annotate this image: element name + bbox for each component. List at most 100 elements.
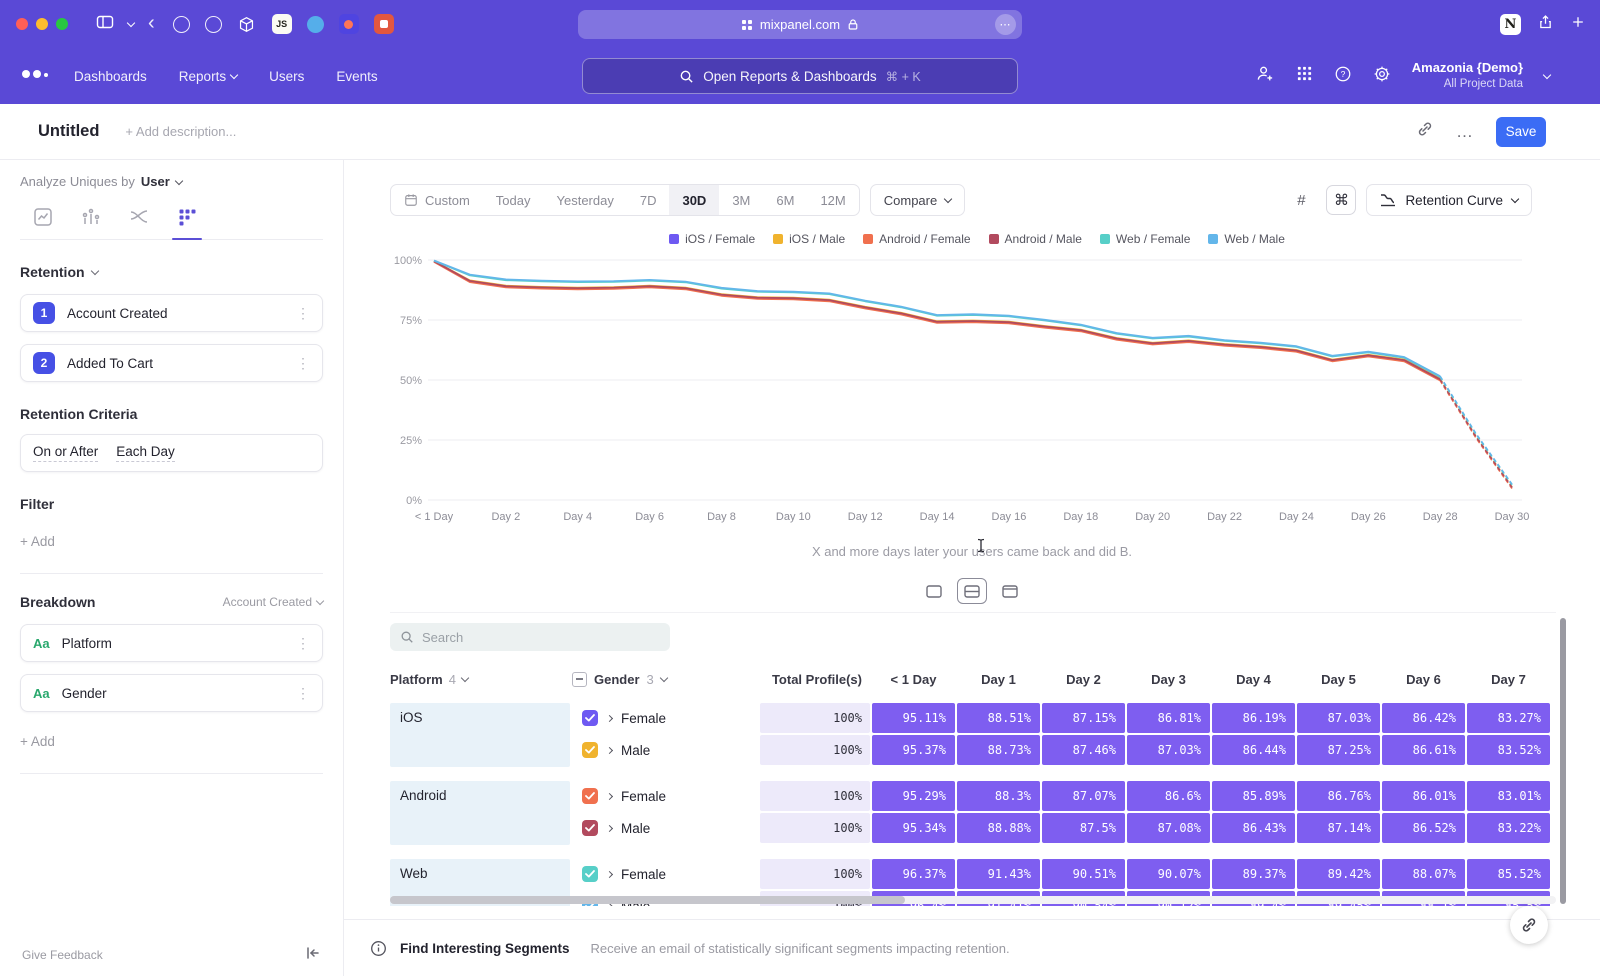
address-bar-more-icon[interactable]: ⋯ <box>995 14 1016 35</box>
checkbox-web-female[interactable] <box>582 866 598 882</box>
share-icon[interactable] <box>1537 13 1554 36</box>
add-filter-button[interactable]: + Add <box>20 534 323 549</box>
copy-link-icon[interactable] <box>1416 120 1434 143</box>
retention-cell[interactable]: 87.25% <box>1297 735 1380 765</box>
minimize-window-button[interactable] <box>36 18 48 30</box>
account-switcher[interactable]: Amazonia {Demo} All Project Data <box>1412 60 1523 92</box>
horizontal-scrollbar[interactable] <box>390 896 1556 904</box>
retention-cell[interactable]: 87.03% <box>1297 703 1380 733</box>
gender-column-header[interactable]: Gender <box>594 672 640 687</box>
pinned-tab-profile-icon[interactable] <box>205 16 222 33</box>
tab-flows[interactable] <box>128 207 150 227</box>
share-link-floating-button[interactable] <box>1510 906 1548 944</box>
retention-cell[interactable]: 87.14% <box>1297 813 1380 843</box>
legend-item[interactable]: Android / Male <box>989 232 1082 246</box>
chevron-right-icon[interactable] <box>606 824 613 831</box>
nav-item-dashboards[interactable]: Dashboards <box>74 69 147 84</box>
retention-cell[interactable]: 87.03% <box>1127 735 1210 765</box>
checkbox-ios-female[interactable] <box>582 710 598 726</box>
command-icon-button[interactable]: ⌘ <box>1326 185 1356 215</box>
range-3m[interactable]: 3M <box>719 185 763 215</box>
more-options-icon[interactable]: ⋮ <box>296 685 310 702</box>
retention-cell[interactable]: 88.51% <box>957 703 1040 733</box>
add-breakdown-button[interactable]: + Add <box>20 734 323 749</box>
pinned-tab-video-icon[interactable] <box>374 14 394 34</box>
settings-gear-icon[interactable] <box>1373 65 1391 88</box>
more-options-icon[interactable]: ⋮ <box>296 355 310 372</box>
retention-cell[interactable]: 90.07% <box>1127 859 1210 889</box>
retention-cell[interactable]: 86.43% <box>1212 813 1295 843</box>
retention-cell[interactable]: 95.37% <box>872 735 955 765</box>
hash-format-icon-button[interactable]: # <box>1286 185 1316 215</box>
legend-item[interactable]: Web / Female <box>1100 232 1190 246</box>
checkbox-ios-male[interactable] <box>582 742 598 758</box>
retention-cell[interactable]: 89.42% <box>1297 859 1380 889</box>
range-6m[interactable]: 6M <box>763 185 807 215</box>
criteria-interval-dropdown[interactable]: Each Day <box>116 444 175 462</box>
platform-column-header[interactable]: Platform <box>390 672 443 687</box>
legend-item[interactable]: Web / Male <box>1208 232 1284 246</box>
retention-cell[interactable]: 86.52% <box>1382 813 1465 843</box>
range-today[interactable]: Today <box>483 185 544 215</box>
add-description-link[interactable]: + Add description... <box>125 124 236 139</box>
tab-funnels[interactable] <box>80 207 102 227</box>
tab-insights[interactable] <box>32 207 54 227</box>
retention-cell[interactable]: 83.52% <box>1467 735 1550 765</box>
retention-cell[interactable]: 88.07% <box>1382 859 1465 889</box>
pinned-tab-package-icon[interactable] <box>237 14 257 34</box>
chevron-down-icon[interactable] <box>90 267 98 275</box>
retention-cell[interactable]: 90.51% <box>1042 859 1125 889</box>
range-12m[interactable]: 12M <box>807 185 858 215</box>
breakdown-scope-dropdown[interactable]: Account Created <box>223 595 323 609</box>
back-icon[interactable]: ‹ <box>148 13 155 33</box>
invite-user-icon[interactable] <box>1256 64 1275 88</box>
compare-button[interactable]: Compare <box>870 184 965 216</box>
retention-cell[interactable]: 85.89% <box>1212 781 1295 811</box>
chevron-right-icon[interactable] <box>606 792 613 799</box>
range-30d[interactable]: 30D <box>669 185 719 215</box>
legend-item[interactable]: iOS / Female <box>669 232 755 246</box>
table-only-view-button[interactable] <box>995 578 1025 604</box>
checkbox-android-male[interactable] <box>582 820 598 836</box>
report-title[interactable]: Untitled <box>38 122 99 141</box>
retention-cell[interactable]: 86.6% <box>1127 781 1210 811</box>
vertical-scrollbar[interactable] <box>1560 618 1566 904</box>
chevron-down-icon[interactable] <box>660 674 668 682</box>
gender-cell[interactable]: Female <box>570 788 760 804</box>
retention-cell[interactable]: 86.42% <box>1382 703 1465 733</box>
legend-item[interactable]: Android / Female <box>863 232 970 246</box>
criteria-mode-dropdown[interactable]: On or After <box>33 444 98 462</box>
retention-cell[interactable]: 87.08% <box>1127 813 1210 843</box>
breakdown-item-gender[interactable]: AaGender⋮ <box>20 674 323 712</box>
split-view-button[interactable] <box>957 578 987 604</box>
global-search[interactable]: Open Reports & Dashboards ⌘ + K <box>582 58 1018 94</box>
retention-cell[interactable]: 88.3% <box>957 781 1040 811</box>
retention-cell[interactable]: 88.88% <box>957 813 1040 843</box>
find-segments-link[interactable]: Find Interesting Segments <box>400 941 570 956</box>
maximize-window-button[interactable] <box>56 18 68 30</box>
collapse-sidebar-icon[interactable] <box>305 946 321 965</box>
retention-cell[interactable]: 85.52% <box>1467 859 1550 889</box>
help-icon[interactable]: ? <box>1334 65 1352 88</box>
notion-extension-icon[interactable]: N <box>1500 14 1521 35</box>
close-window-button[interactable] <box>16 18 28 30</box>
retention-cell[interactable]: 96.37% <box>872 859 955 889</box>
save-button[interactable]: Save <box>1496 117 1546 147</box>
retention-cell[interactable]: 89.37% <box>1212 859 1295 889</box>
address-bar[interactable]: mixpanel.com ⋯ <box>578 10 1022 39</box>
gender-cell[interactable]: Female <box>570 866 760 882</box>
breakdown-item-platform[interactable]: AaPlatform⋮ <box>20 624 323 662</box>
range-yesterday[interactable]: Yesterday <box>544 185 627 215</box>
chevron-right-icon[interactable] <box>606 870 613 877</box>
legend-item[interactable]: iOS / Male <box>773 232 845 246</box>
table-search-input[interactable] <box>422 630 642 645</box>
chevron-right-icon[interactable] <box>606 714 613 721</box>
chart-only-view-button[interactable] <box>919 578 949 604</box>
gender-cell[interactable]: Male <box>570 820 760 836</box>
analyze-entity-dropdown[interactable]: User <box>141 174 170 189</box>
retention-cell[interactable]: 86.01% <box>1382 781 1465 811</box>
retention-cell[interactable]: 87.15% <box>1042 703 1125 733</box>
pinned-tab-javascript-icon[interactable]: JS <box>272 14 292 34</box>
tab-retention[interactable] <box>176 207 198 227</box>
more-options-icon[interactable]: ⋮ <box>296 305 310 322</box>
